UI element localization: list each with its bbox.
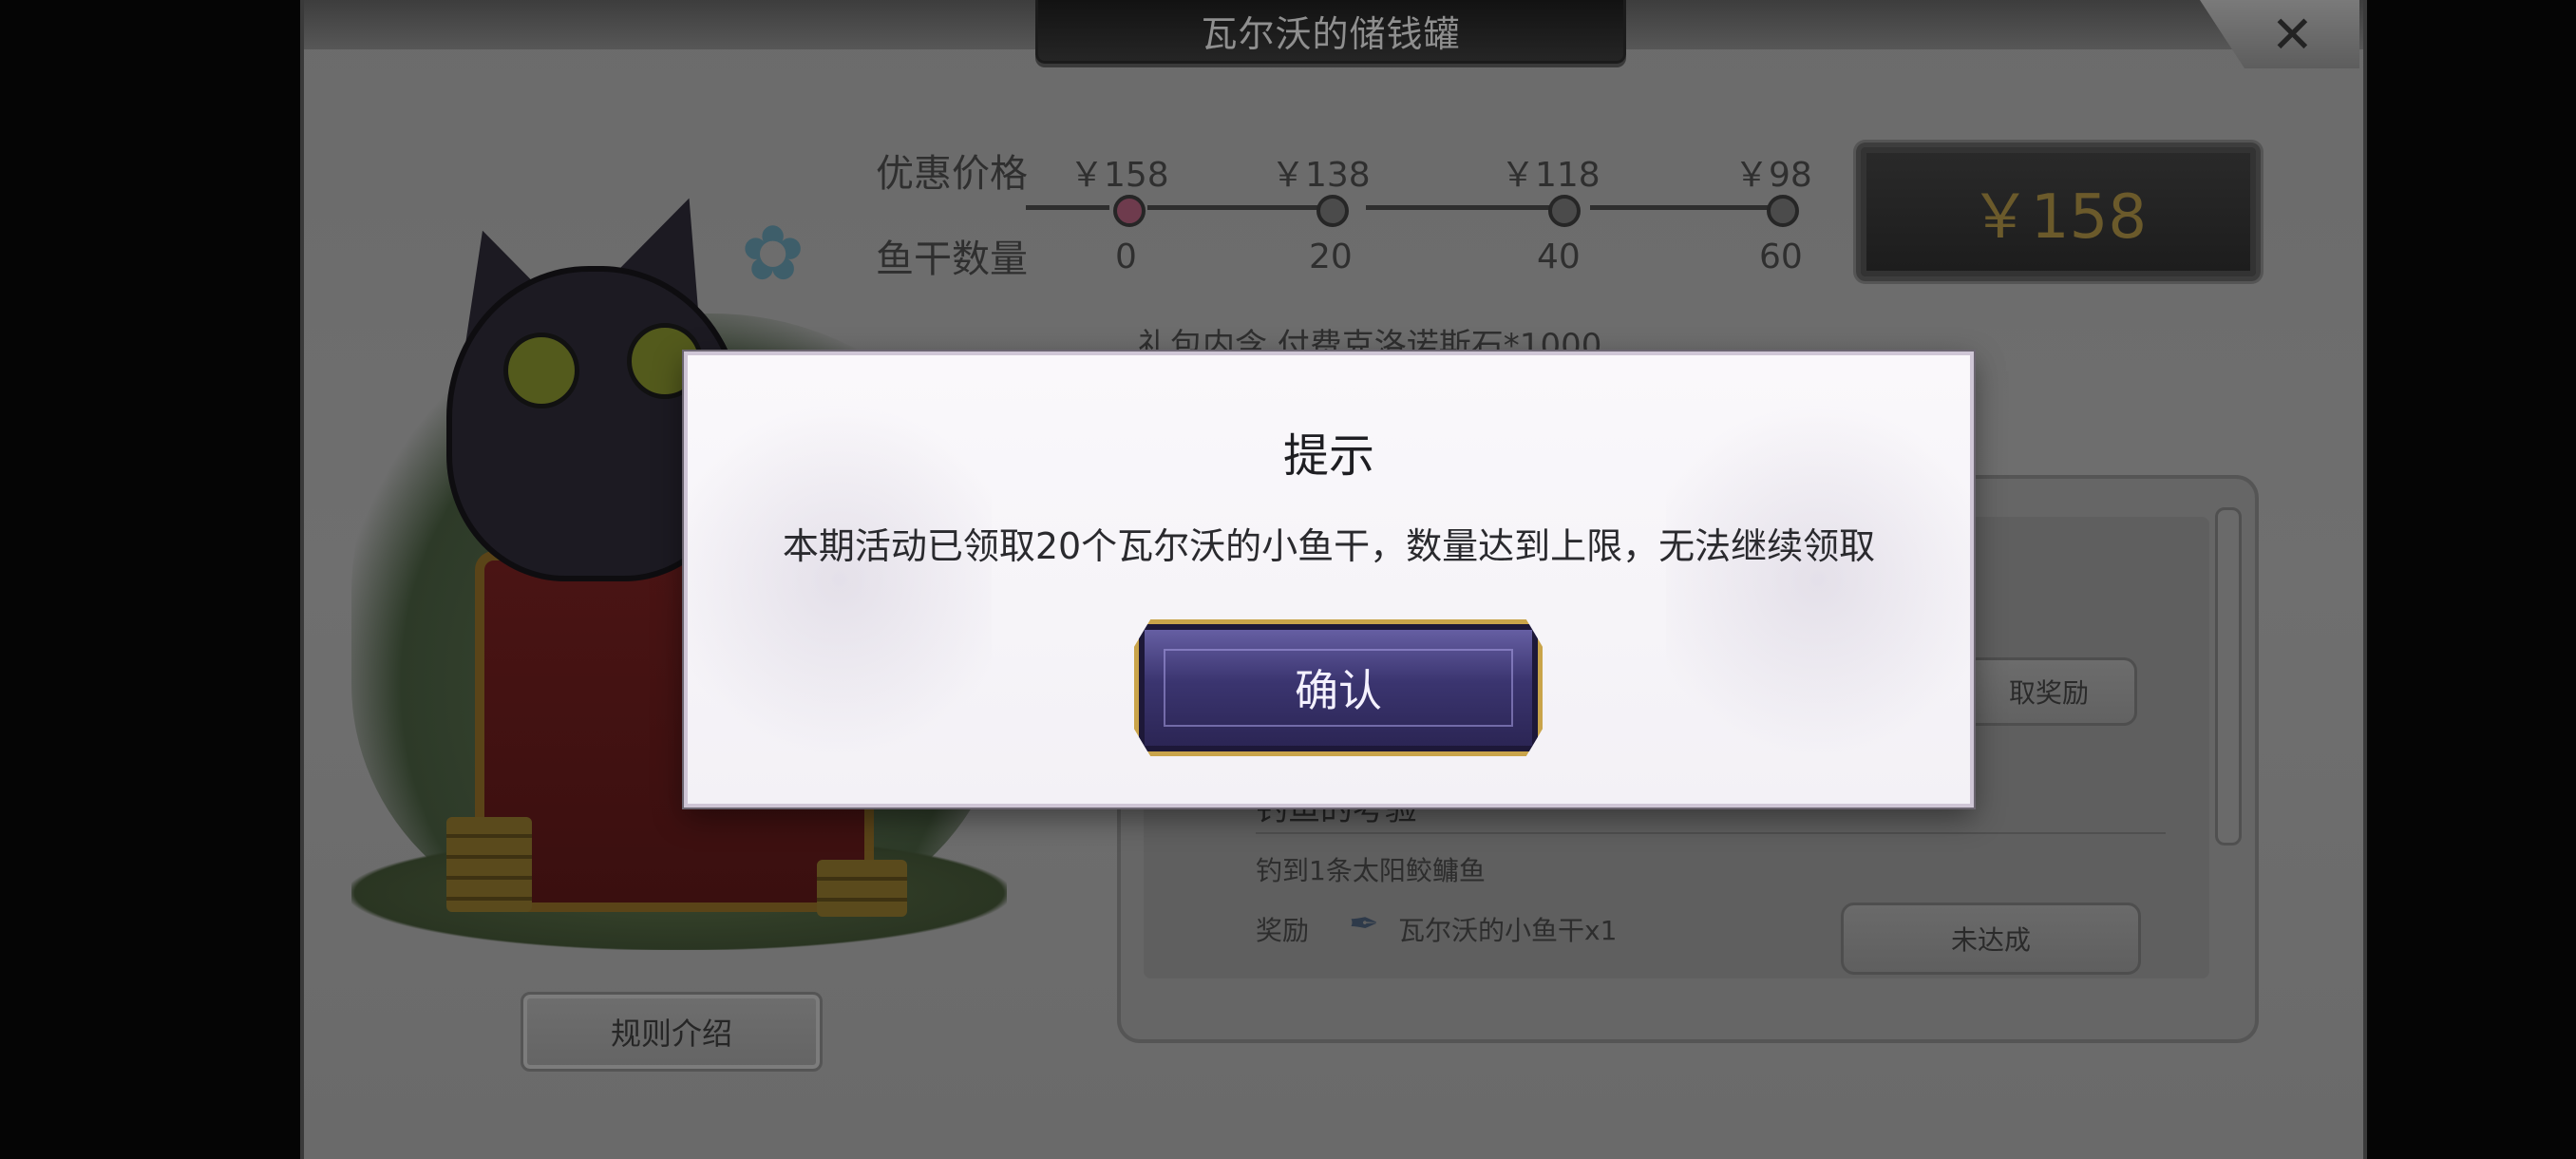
task-status-label: 未达成 [1950, 924, 2031, 956]
progress-track [1026, 205, 1109, 210]
tier-fish-count: 60 [1759, 238, 1803, 276]
tier-price: ￥118 [1501, 156, 1601, 195]
progress-node [1113, 195, 1146, 227]
feather-icon: ✿ [741, 209, 805, 297]
task-list-scrollbar[interactable] [2215, 507, 2242, 846]
title-plate: 瓦尔沃的储钱罐 [1035, 0, 1626, 64]
tier-price: ￥158 [1070, 156, 1169, 195]
dialog-title: 提示 [1282, 429, 1374, 483]
reward-item: 瓦尔沃的小鱼干x1 [1398, 915, 1618, 946]
tier-price: ￥98 [1734, 156, 1812, 195]
progress-track [1366, 205, 1552, 210]
task-divider [1256, 832, 2166, 834]
cat-eye-illustration [503, 332, 579, 408]
notice-dialog: 提示 本期活动已领取20个瓦尔沃的小鱼干，数量达到上限，无法继续领取 确认 [684, 352, 1974, 808]
coin-stack-icon [446, 817, 532, 912]
reward-label: 奖励 [1256, 915, 1310, 946]
rules-button[interactable]: 规则介绍 [521, 992, 823, 1072]
page-title: 瓦尔沃的储钱罐 [1201, 12, 1461, 55]
current-price: ￥158 [1969, 182, 2148, 253]
rules-button-label: 规则介绍 [610, 1016, 732, 1052]
task-status-button[interactable]: 未达成 [1841, 902, 2141, 975]
claim-reward-label: 取奖励 [2008, 677, 2089, 709]
coin-stack-icon [817, 860, 907, 917]
tier-fish-count: 0 [1115, 238, 1137, 276]
progress-node [1548, 195, 1581, 227]
price-row-label: 优惠价格 [876, 152, 1028, 196]
tier-price: ￥138 [1271, 156, 1371, 195]
close-icon: ✕ [2270, 4, 2314, 65]
confirm-button-label: 确认 [1295, 665, 1382, 716]
tier-fish-count: 20 [1309, 238, 1353, 276]
fish-row-label: 鱼干数量 [876, 238, 1028, 281]
dialog-message: 本期活动已领取20个瓦尔沃的小鱼干，数量达到上限，无法继续领取 [782, 525, 1876, 567]
tier-fish-count: 40 [1537, 238, 1581, 276]
task-description: 钓到1条太阳鲛鳙鱼 [1256, 855, 1486, 886]
progress-track [1590, 205, 1780, 210]
progress-track [1147, 205, 1328, 210]
current-price-box: ￥158 [1856, 142, 2261, 281]
progress-node [1316, 195, 1349, 227]
dried-fish-icon: ✒ [1349, 902, 1379, 944]
progress-node [1767, 195, 1799, 227]
confirm-button[interactable]: 确认 [1134, 619, 1543, 756]
